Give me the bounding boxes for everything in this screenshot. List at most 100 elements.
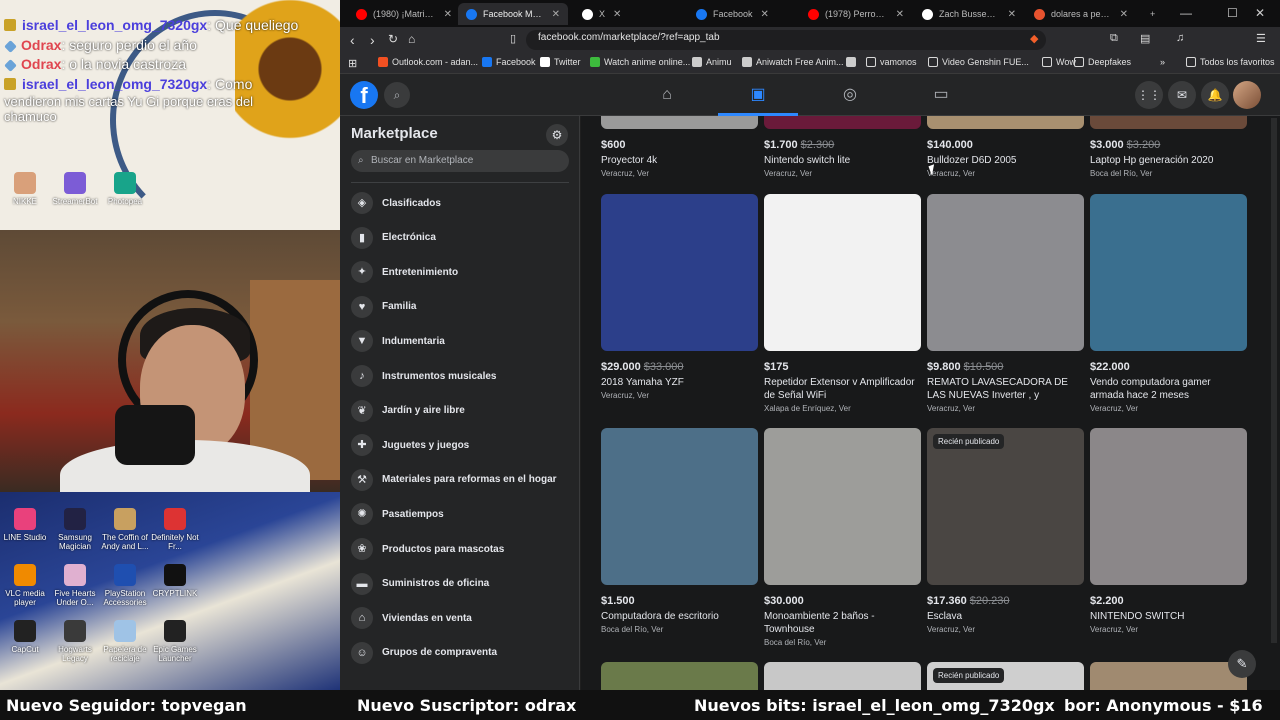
- close-icon[interactable]: ✕: [1255, 6, 1265, 20]
- listing-title[interactable]: Vendo computadora gamer armada hace 2 me…: [1090, 376, 1247, 402]
- listing-card[interactable]: Recién publicado $17.360 $20.230 Esclava Ver…: [927, 428, 1084, 634]
- listing-title[interactable]: NINTENDO SWITCH: [1090, 610, 1247, 623]
- category-item[interactable]: ❦ Jardín y aire libre: [351, 396, 569, 426]
- bookmark-item[interactable]: vamonos: [866, 57, 917, 67]
- desktop-icon[interactable]: Definitely Not Fr...: [150, 508, 200, 551]
- listing-title[interactable]: REMATO LAVASECADORA DE LAS NUEVAS Invert…: [927, 376, 1084, 402]
- listing-card[interactable]: $3.000 $3.200 Laptop Hp generación 2020 Boc…: [1090, 116, 1247, 178]
- listing-card[interactable]: $600 Proyector 4k Veracruz, Ver: [601, 116, 758, 178]
- listing-title[interactable]: 2018 Yamaha YZF: [601, 376, 758, 389]
- maximize-icon[interactable]: ☐: [1227, 6, 1238, 20]
- listing-image[interactable]: [601, 662, 758, 690]
- search-input[interactable]: ⌕ Buscar en Marketplace: [351, 150, 569, 172]
- forward-icon[interactable]: ›: [370, 32, 375, 48]
- notifications-icon[interactable]: 🔔: [1201, 81, 1229, 109]
- close-tab-icon[interactable]: ✕: [552, 9, 560, 20]
- desktop-icon[interactable]: NIKKE: [0, 172, 50, 206]
- listing-card[interactable]: $2.200 NINTENDO SWITCH Veracruz, Ver: [1090, 428, 1247, 634]
- bookmark-item[interactable]: Wow: [1042, 57, 1076, 67]
- desktop-icon[interactable]: VLC media player: [0, 564, 50, 607]
- listing-title[interactable]: Esclava: [927, 610, 1084, 623]
- desktop-icon[interactable]: StreamerBot: [50, 172, 100, 206]
- minimize-icon[interactable]: —: [1180, 6, 1192, 20]
- listing-image[interactable]: [764, 116, 921, 129]
- desktop-icon[interactable]: Samsung Magician: [50, 508, 100, 551]
- listing-title[interactable]: Bulldozer D6D 2005: [927, 154, 1084, 167]
- listing-image[interactable]: [764, 662, 921, 690]
- bookmark-item[interactable]: Aniwatch Free Anim...: [742, 57, 844, 67]
- listing-card[interactable]: [1090, 662, 1247, 690]
- category-item[interactable]: ▬ Suministros de oficina: [351, 569, 569, 599]
- new-message-button[interactable]: ✎: [1228, 650, 1256, 678]
- desktop-icon[interactable]: Hogwarts Legacy: [50, 620, 100, 663]
- desktop-icon[interactable]: LINE Studio: [0, 508, 50, 542]
- category-item[interactable]: ✦ Entretenimiento: [351, 257, 569, 287]
- music-icon[interactable]: ♫: [1176, 32, 1184, 44]
- bookmark-item[interactable]: Video Genshin FUE...: [928, 57, 1029, 67]
- category-item[interactable]: ♪ Instrumentos musicales: [351, 361, 569, 391]
- category-item[interactable]: ❀ Productos para mascotas: [351, 534, 569, 564]
- bookmark-item[interactable]: Outlook.com - adan...: [378, 57, 478, 67]
- listing-card[interactable]: $1.700 $2.300 Nintendo switch lite Veracruz…: [764, 116, 921, 178]
- home-icon[interactable]: ⌂: [408, 32, 415, 46]
- desktop-icon[interactable]: CapCut: [0, 620, 50, 654]
- desktop-icon[interactable]: The Coffin of Andy and L...: [100, 508, 150, 551]
- listing-image[interactable]: [1090, 116, 1247, 129]
- search-icon[interactable]: ⌕: [384, 82, 410, 108]
- listing-image[interactable]: [601, 428, 758, 585]
- gear-icon[interactable]: ⚙: [546, 124, 568, 146]
- listing-card[interactable]: [601, 662, 758, 690]
- close-tab-icon[interactable]: ✕: [761, 9, 769, 20]
- listing-image[interactable]: [1090, 428, 1247, 585]
- bookmark-item[interactable]: Watch anime online...: [590, 57, 690, 67]
- url-text[interactable]: facebook.com/marketplace/?ref=app_tab: [538, 32, 720, 48]
- category-item[interactable]: ✺ Pasatiempos: [351, 499, 569, 529]
- listing-card[interactable]: $29.000 $33.000 2018 Yamaha YZF Veracruz, V…: [601, 194, 758, 400]
- listing-image[interactable]: [764, 194, 921, 351]
- listing-image[interactable]: [601, 116, 758, 129]
- category-item[interactable]: ▼ Indumentaria: [351, 326, 569, 356]
- listing-card[interactable]: Recién publicado: [927, 662, 1084, 690]
- listing-title[interactable]: Repetidor Extensor v Amplificador de Señ…: [764, 376, 921, 402]
- bookmark-icon[interactable]: ▯: [510, 32, 516, 45]
- listing-image[interactable]: Recién publicado: [927, 428, 1084, 585]
- more-bookmarks-icon[interactable]: »: [1160, 57, 1165, 67]
- desktop-icon[interactable]: Photopea: [100, 172, 150, 206]
- home-nav-icon[interactable]: ⌂: [656, 84, 678, 106]
- desktop-icon[interactable]: CRYPTLINK: [150, 564, 200, 598]
- category-item[interactable]: ☺ Grupos de compraventa: [351, 638, 569, 668]
- close-tab-icon[interactable]: ✕: [444, 9, 452, 20]
- gaming-nav-icon[interactable]: ▭: [930, 84, 952, 106]
- desktop-icon[interactable]: Five Hearts Under O...: [50, 564, 100, 607]
- avatar[interactable]: [1233, 81, 1261, 109]
- listing-card[interactable]: $22.000 Vendo computadora gamer armada ha…: [1090, 194, 1247, 413]
- bookmark-item[interactable]: Todos los favoritos: [1186, 57, 1275, 67]
- browser-tab[interactable]: dolares a pesos - Brav ✕: [1026, 3, 1136, 25]
- new-tab-button[interactable]: +: [1142, 3, 1162, 25]
- extensions-icon[interactable]: ⧉: [1110, 32, 1118, 45]
- marketplace-nav-icon[interactable]: ▣: [747, 84, 769, 106]
- brave-shield-icon[interactable]: ◆: [1030, 32, 1038, 45]
- listing-card[interactable]: $30.000 Monoambiente 2 baños - Townhouse B…: [764, 428, 921, 647]
- category-item[interactable]: ♥ Familia: [351, 292, 569, 322]
- menu-icon[interactable]: ☰: [1256, 32, 1266, 45]
- category-item[interactable]: ◈ Clasificados: [351, 188, 569, 218]
- bookmark-item[interactable]: Twitter: [540, 57, 581, 67]
- close-tab-icon[interactable]: ✕: [896, 9, 904, 20]
- browser-tab[interactable]: (1980) ¡Matrimonio co ✕: [348, 3, 460, 25]
- listing-card[interactable]: [764, 662, 921, 690]
- listing-image[interactable]: [1090, 194, 1247, 351]
- bookmark-item[interactable]: [846, 57, 860, 67]
- bookmark-item[interactable]: Deepfakes: [1074, 57, 1131, 67]
- listing-image[interactable]: [927, 194, 1084, 351]
- listing-card[interactable]: $1.500 Computadora de escritorio Boca del …: [601, 428, 758, 634]
- scrollbar[interactable]: [1271, 118, 1277, 643]
- listing-title[interactable]: Laptop Hp generación 2020: [1090, 154, 1247, 167]
- listing-card[interactable]: $9.800 $10.500 REMATO LAVASECADORA DE LAS …: [927, 194, 1084, 413]
- desktop-icon[interactable]: Papelera de reciclaje: [100, 620, 150, 663]
- listing-title[interactable]: Proyector 4k: [601, 154, 758, 167]
- category-item[interactable]: ⚒ Materiales para reformas en el hogar: [351, 465, 569, 495]
- listing-image[interactable]: [764, 428, 921, 585]
- listing-title[interactable]: Computadora de escritorio: [601, 610, 758, 623]
- browser-tab[interactable]: Facebook Marketp ✕: [458, 3, 568, 25]
